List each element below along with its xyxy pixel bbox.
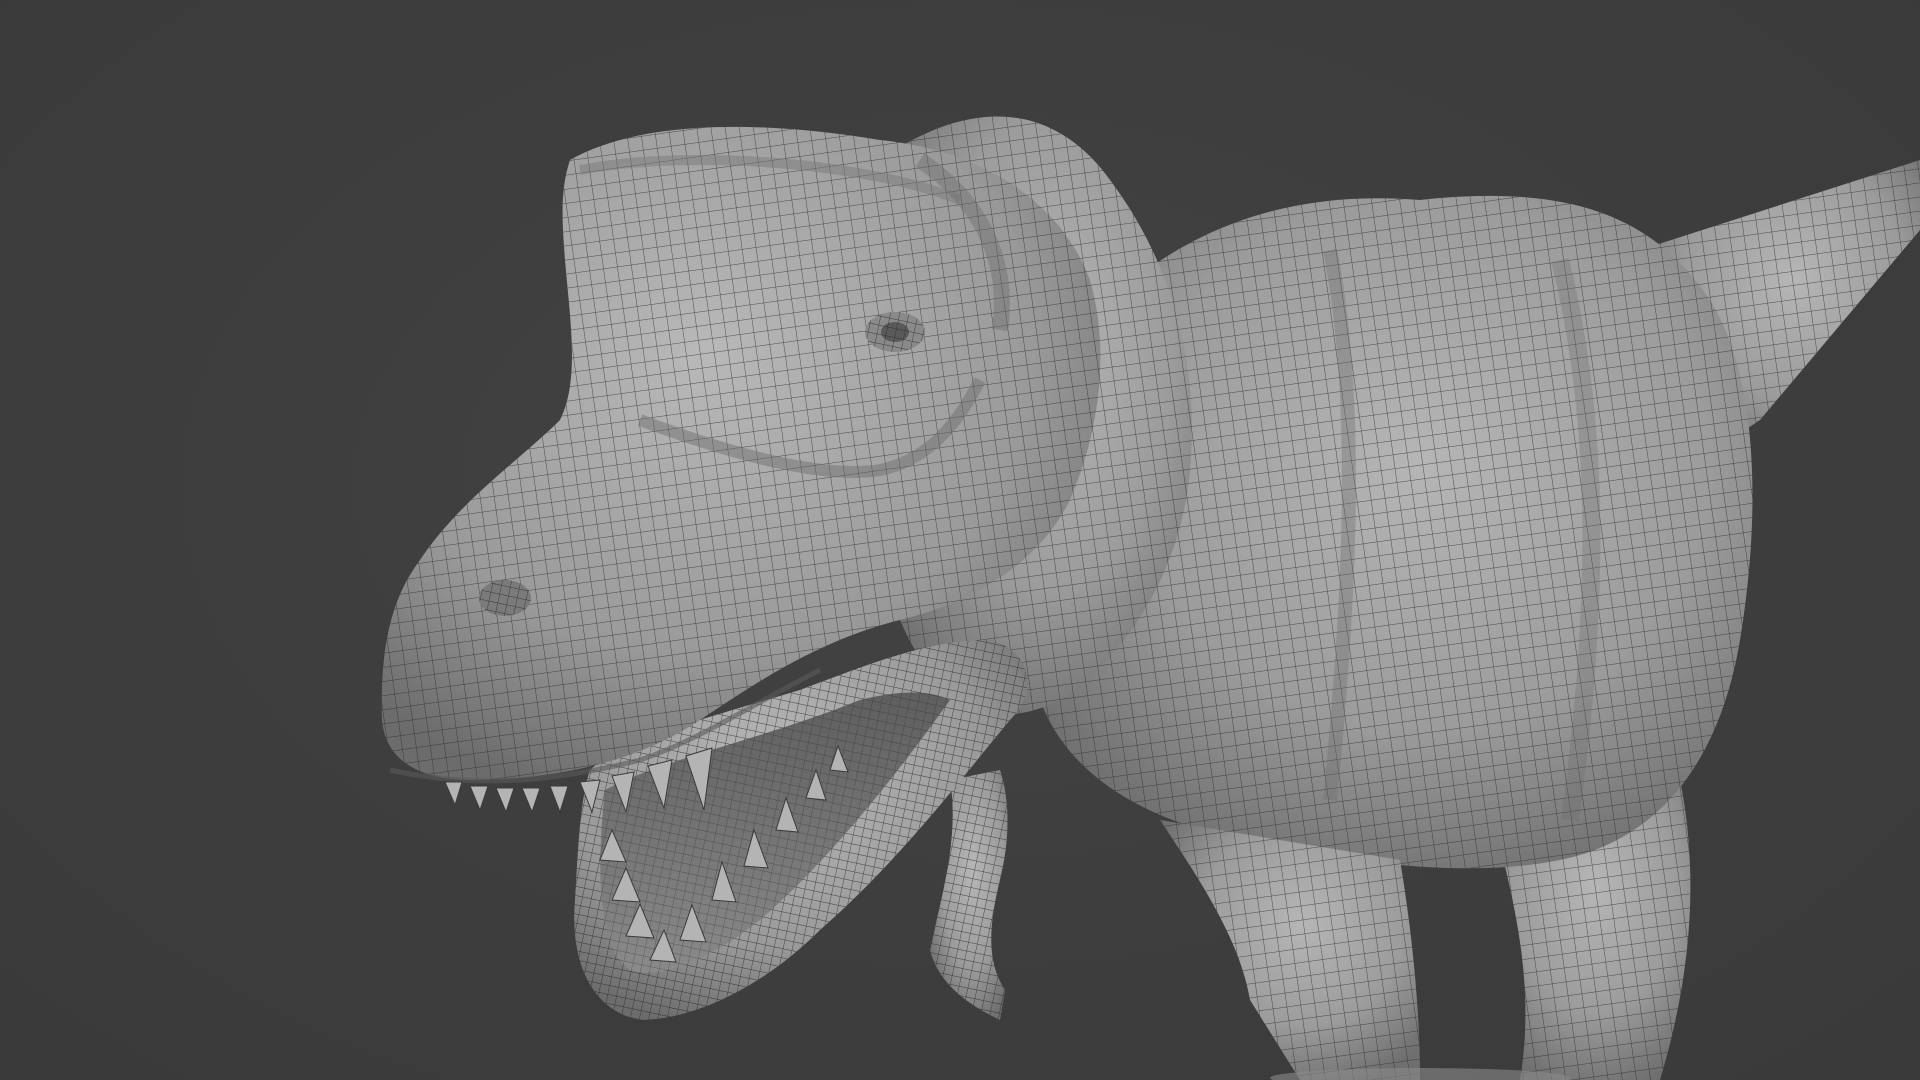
arm <box>930 770 1008 1020</box>
trex-mesh-model[interactable] <box>0 0 1920 1080</box>
eye <box>865 312 925 352</box>
3d-viewport[interactable] <box>0 0 1920 1080</box>
